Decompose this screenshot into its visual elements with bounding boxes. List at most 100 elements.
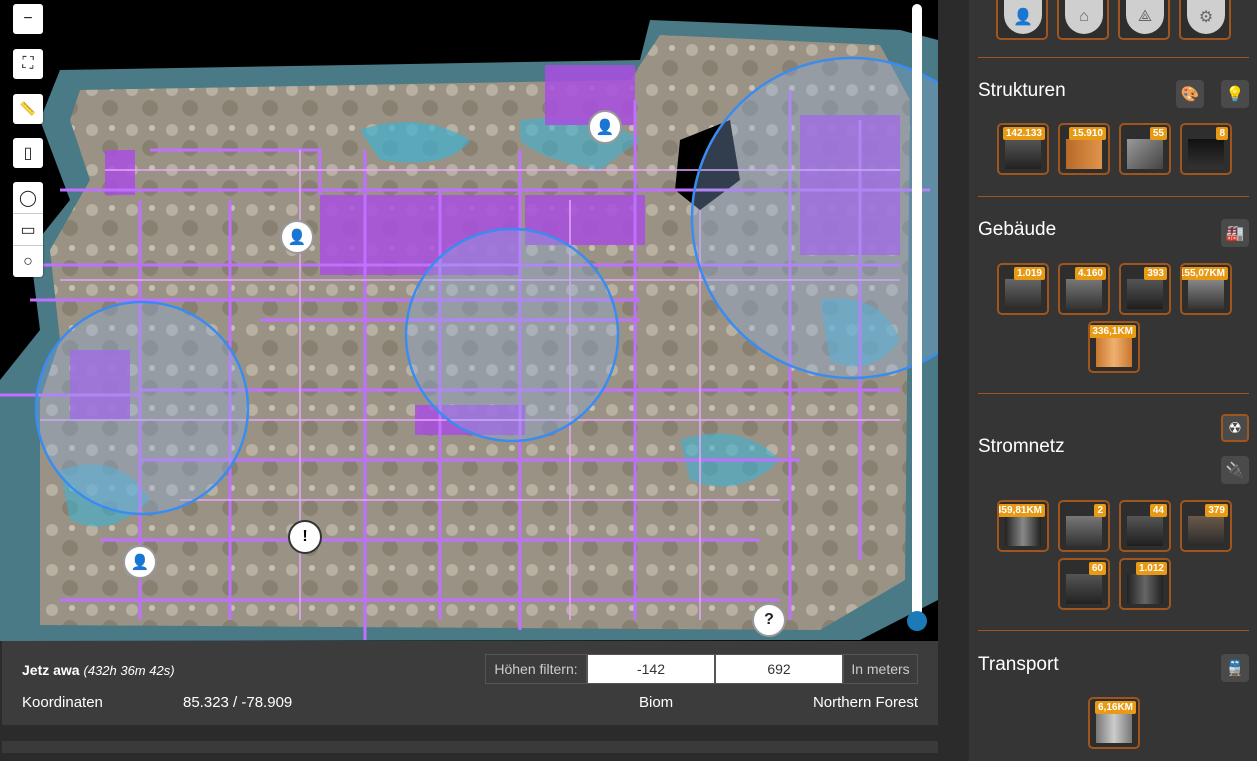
layers-button[interactable]: ▯ xyxy=(13,138,43,168)
power-tile-fuel[interactable]: 379 xyxy=(1180,500,1232,552)
power-tile-cable[interactable]: 459,81KM xyxy=(997,500,1049,552)
divider xyxy=(978,57,1249,58)
question-icon: ? xyxy=(764,611,774,628)
count-badge: 142.133 xyxy=(1002,127,1045,140)
ruler-button[interactable]: 📏 xyxy=(13,94,43,124)
count-badge: 15.910 xyxy=(1069,127,1106,140)
count-badge: 1.012 xyxy=(1135,562,1167,575)
train-filter-button[interactable]: 🚆 xyxy=(1221,654,1249,682)
player-marker[interactable]: 👤 xyxy=(588,110,622,144)
count-badge: 393 xyxy=(1144,267,1167,280)
height-slider-handle[interactable] xyxy=(907,611,927,631)
power-tile-generator[interactable]: 2 xyxy=(1058,500,1110,552)
constructor-icon xyxy=(1066,279,1102,309)
miner-icon xyxy=(1005,279,1041,309)
biome-value: Northern Forest xyxy=(812,694,918,711)
lasso-button[interactable]: ◯ xyxy=(13,182,43,214)
category-vehicles[interactable]: ⚙ xyxy=(1179,0,1231,40)
minus-icon: − xyxy=(23,10,33,27)
radiation-icon: ☢ xyxy=(1228,420,1242,437)
count-badge: 2 xyxy=(1094,504,1106,517)
wall-icon xyxy=(1066,139,1102,169)
power-tower-icon xyxy=(1127,574,1163,604)
fullscreen-button[interactable]: ⛶ xyxy=(13,49,43,79)
foundation-icon xyxy=(1005,139,1041,169)
building-tile-pipe[interactable]: 336,1KM xyxy=(1088,321,1140,373)
layers-icon: ▯ xyxy=(23,145,33,162)
lightbulb-icon: 💡 xyxy=(1225,86,1245,103)
rectangle-button[interactable]: ▭ xyxy=(13,214,43,246)
conveyor-icon xyxy=(1188,279,1224,309)
sidebar: 👤 ⌂ ⟁ ⚙ Strukturen 🎨 💡 142.133 15.910 55… xyxy=(969,0,1257,761)
rectangle-icon: ▭ xyxy=(20,221,36,239)
height-max-input[interactable]: 692 xyxy=(715,654,843,684)
player-marker[interactable]: 👤 xyxy=(280,220,314,254)
map-view[interactable]: − ⛶ 📏 ▯ ◯ ▭ ○ 👤 👤 👤 ! ? xyxy=(0,0,938,641)
power-tile-coal[interactable]: 44 xyxy=(1119,500,1171,552)
transport-tile-rail[interactable]: 6,16KM xyxy=(1088,697,1140,749)
rail-icon xyxy=(1096,713,1132,743)
count-badge: 336,1KM xyxy=(1090,325,1136,338)
factory-icon: 🏭 xyxy=(1225,225,1245,242)
circle-button[interactable]: ○ xyxy=(13,246,43,277)
lasso-icon: ◯ xyxy=(19,189,37,207)
building-tile-miner[interactable]: 1.019 xyxy=(997,263,1049,315)
count-badge: 1.155,07KM xyxy=(1182,267,1228,280)
horizontal-scrollbar[interactable] xyxy=(2,741,938,753)
zoom-out-button[interactable]: − xyxy=(13,4,43,34)
circle-icon: ○ xyxy=(23,252,33,270)
light-button[interactable]: 💡 xyxy=(1221,80,1249,108)
factory-filter-button[interactable]: 🏭 xyxy=(1221,219,1249,247)
fuel-generator-icon xyxy=(1188,516,1224,546)
nuclear-filter-button[interactable]: ☢ xyxy=(1221,414,1249,442)
unknown-marker[interactable]: ? xyxy=(752,603,786,637)
category-players[interactable]: 👤 xyxy=(996,0,1048,40)
section-title-gebaeude: Gebäude xyxy=(978,219,1057,240)
structure-tile-ramp[interactable]: 55 xyxy=(1119,123,1171,175)
count-badge: 379 xyxy=(1205,504,1228,517)
power-tile-storage[interactable]: 60 xyxy=(1058,558,1110,610)
plug-icon: 🔌 xyxy=(1225,462,1245,479)
house-icon: ⌂ xyxy=(1065,0,1103,34)
person-icon: 👤 xyxy=(1004,0,1042,34)
section-title-strukturen: Strukturen xyxy=(978,80,1066,101)
palette-button[interactable]: 🎨 xyxy=(1176,80,1204,108)
player-icon: 👤 xyxy=(130,554,150,571)
building-tile-conveyor[interactable]: 1.155,07KM xyxy=(1180,263,1232,315)
biome-label: Biom xyxy=(639,694,674,711)
storage-icon xyxy=(1127,279,1163,309)
tower-icon: ⟁ xyxy=(1126,0,1164,34)
pipe-icon xyxy=(1096,337,1132,367)
building-tile-constructor[interactable]: 4.160 xyxy=(1058,263,1110,315)
vehicle-icon: ⚙ xyxy=(1187,0,1225,34)
count-badge: 459,81KM xyxy=(999,504,1045,517)
count-badge: 60 xyxy=(1088,562,1106,575)
player-info: Jetz awa (432h 36m 42s) xyxy=(22,662,175,678)
train-icon: 🚆 xyxy=(1225,660,1245,677)
height-min-input[interactable]: -142 xyxy=(587,654,715,684)
count-badge: 44 xyxy=(1149,504,1167,517)
divider xyxy=(978,630,1249,631)
category-buildings[interactable]: ⌂ xyxy=(1057,0,1109,40)
palette-icon: 🎨 xyxy=(1180,86,1200,103)
playtime: (432h 36m 42s) xyxy=(83,663,175,678)
structure-tile-wall[interactable]: 15.910 xyxy=(1058,123,1110,175)
player-icon: 👤 xyxy=(595,119,615,136)
height-unit-label: In meters xyxy=(843,654,918,684)
power-pole-icon xyxy=(1005,516,1041,546)
structure-tile-sign[interactable]: 8 xyxy=(1180,123,1232,175)
player-marker[interactable]: 👤 xyxy=(123,545,157,579)
height-filter-label: Höhen filtern: xyxy=(485,654,587,684)
power-tile-pole[interactable]: 1.012 xyxy=(1119,558,1171,610)
divider xyxy=(978,393,1249,394)
building-tile-storage[interactable]: 393 xyxy=(1119,263,1171,315)
count-badge: 4.160 xyxy=(1074,267,1106,280)
section-title-transport: Transport xyxy=(978,654,1059,675)
height-slider-track[interactable] xyxy=(912,4,922,616)
info-panel: Jetz awa (432h 36m 42s) Koordinaten 85.3… xyxy=(2,641,938,725)
category-towers[interactable]: ⟁ xyxy=(1118,0,1170,40)
plug-filter-button[interactable]: 🔌 xyxy=(1221,456,1249,484)
generator-icon xyxy=(1066,516,1102,546)
structure-tile-foundation[interactable]: 142.133 xyxy=(997,123,1049,175)
warning-marker[interactable]: ! xyxy=(288,520,322,554)
